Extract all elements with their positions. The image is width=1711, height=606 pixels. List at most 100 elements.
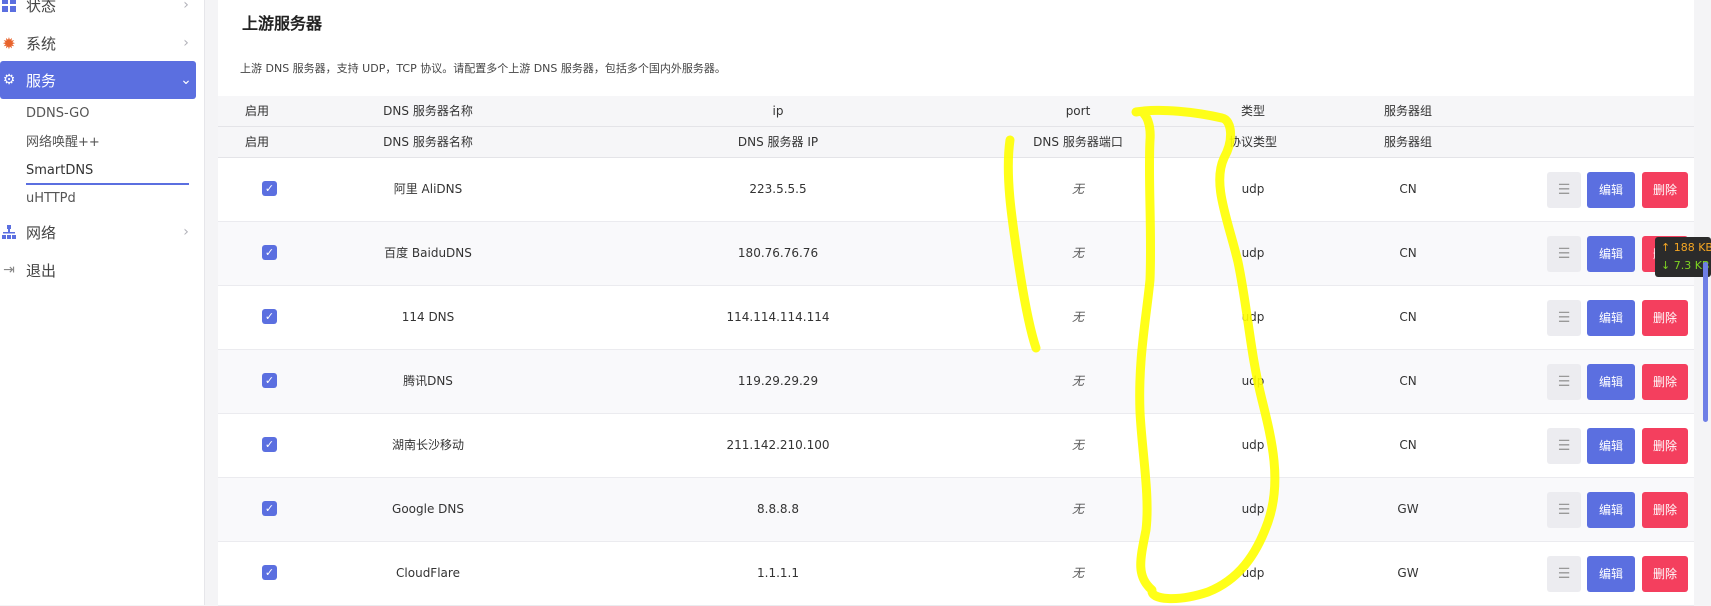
- enabled-checkbox[interactable]: ✓: [262, 565, 277, 580]
- delete-button[interactable]: 删除: [1642, 172, 1688, 208]
- server-type: udp: [1241, 182, 1265, 196]
- sidebar-item-label: 网络: [26, 223, 57, 242]
- sidebar-item-status[interactable]: 状态 ›: [0, 0, 196, 24]
- section-description: 上游 DNS 服务器，支持 UDP，TCP 协议。请配置多个上游 DNS 服务器…: [240, 62, 726, 75]
- server-port: 无: [1071, 374, 1084, 388]
- chevron-right-icon: ›: [183, 35, 189, 51]
- drag-handle[interactable]: ☰: [1547, 492, 1581, 528]
- enabled-checkbox[interactable]: ✓: [262, 437, 277, 452]
- sidebar-item-label: 状态: [26, 0, 57, 15]
- server-name: 114 DNS: [401, 310, 455, 324]
- dashboard-icon: [0, 0, 18, 14]
- server-type: udp: [1241, 310, 1265, 324]
- edit-button[interactable]: 编辑: [1587, 492, 1635, 528]
- scrollbar[interactable]: [1703, 262, 1708, 422]
- table-header-primary: 启用 DNS 服务器名称 ip port 类型 服务器组: [218, 96, 1694, 127]
- drag-handle[interactable]: ☰: [1547, 428, 1581, 464]
- table-row: ✓ 腾讯DNS 119.29.29.29 无 udp CN ☰ 编辑 删除: [218, 350, 1694, 414]
- drag-handle[interactable]: ☰: [1547, 364, 1581, 400]
- server-name: 腾讯DNS: [403, 374, 453, 388]
- sidebar-subitem-wol[interactable]: 网络唤醒++: [26, 130, 100, 156]
- sidebar-item-network[interactable]: 网络 ›: [0, 213, 196, 251]
- server-port: 无: [1071, 566, 1084, 580]
- column-header-ip: ip: [772, 104, 784, 118]
- delete-button[interactable]: 删除: [1642, 556, 1688, 592]
- server-port: 无: [1071, 182, 1084, 196]
- sidebar-item-logout[interactable]: ⇥ 退出: [0, 251, 196, 289]
- sidebar-subitem-uhttpd[interactable]: uHTTPd: [26, 186, 76, 212]
- delete-button[interactable]: 删除: [1642, 364, 1688, 400]
- column-header-enabled: 启用: [244, 135, 269, 149]
- server-group: CN: [1399, 374, 1417, 388]
- server-ip: 211.142.210.100: [726, 438, 830, 452]
- server-type: udp: [1241, 566, 1265, 580]
- server-type: udp: [1241, 438, 1265, 452]
- sidebar-item-label: 退出: [26, 261, 57, 280]
- delete-button[interactable]: 删除: [1642, 428, 1688, 464]
- sidebar-subitem-smartdns[interactable]: SmartDNS: [26, 158, 93, 184]
- server-port: 无: [1071, 438, 1084, 452]
- enabled-checkbox[interactable]: ✓: [262, 245, 277, 260]
- upload-rate: ↑ 188 KB: [1661, 241, 1711, 254]
- table-row: ✓ 114 DNS 114.114.114.114 无 udp CN ☰ 编辑 …: [218, 286, 1694, 350]
- table-row: ✓ CloudFlare 1.1.1.1 无 udp GW ☰ 编辑 删除: [218, 542, 1694, 606]
- chevron-right-icon: ›: [183, 224, 189, 240]
- edit-button[interactable]: 编辑: [1587, 236, 1635, 272]
- server-ip: 1.1.1.1: [757, 566, 799, 580]
- edit-button[interactable]: 编辑: [1587, 556, 1635, 592]
- column-header-type: 协议类型: [1228, 135, 1277, 149]
- drag-handle[interactable]: ☰: [1547, 556, 1581, 592]
- server-group: CN: [1399, 182, 1417, 196]
- enabled-checkbox[interactable]: ✓: [262, 309, 277, 324]
- server-group: GW: [1397, 566, 1419, 580]
- drag-handle[interactable]: ☰: [1547, 236, 1581, 272]
- sidebar-item-services[interactable]: ⚙ 服务 ⌄: [0, 61, 196, 99]
- server-port: 无: [1071, 310, 1084, 324]
- edit-button[interactable]: 编辑: [1587, 300, 1635, 336]
- network-icon: [0, 223, 18, 241]
- server-port: 无: [1071, 246, 1084, 260]
- section-title: 上游服务器: [242, 14, 323, 33]
- server-ip: 223.5.5.5: [749, 182, 807, 196]
- upstream-servers-card: 上游服务器 上游 DNS 服务器，支持 UDP，TCP 协议。请配置多个上游 D…: [218, 0, 1694, 606]
- sidebar-item-system[interactable]: ✹ 系统 ›: [0, 24, 196, 62]
- drag-handle[interactable]: ☰: [1547, 172, 1581, 208]
- column-header-enabled: 启用: [244, 104, 269, 118]
- column-header-name: DNS 服务器名称: [383, 104, 473, 118]
- column-header-group: 服务器组: [1383, 135, 1432, 149]
- server-ip: 119.29.29.29: [737, 374, 819, 388]
- server-group: CN: [1399, 310, 1417, 324]
- logout-icon: ⇥: [3, 262, 15, 278]
- table-row: ✓ Google DNS 8.8.8.8 无 udp GW ☰ 编辑 删除: [218, 478, 1694, 542]
- server-name: 百度 BaiduDNS: [384, 246, 472, 260]
- table-header-secondary: 启用 DNS 服务器名称 DNS 服务器 IP DNS 服务器端口 协议类型 服…: [218, 127, 1694, 158]
- sidebar: 状态 › ✹ 系统 › ⚙ 服务 ⌄ DDNS-GO 网络唤醒++ SmartD…: [0, 0, 205, 605]
- chevron-down-icon: ⌄: [180, 72, 192, 88]
- server-ip: 180.76.76.76: [737, 246, 819, 260]
- edit-button[interactable]: 编辑: [1587, 364, 1635, 400]
- enabled-checkbox[interactable]: ✓: [262, 501, 277, 516]
- server-group: CN: [1399, 246, 1417, 260]
- enabled-checkbox[interactable]: ✓: [262, 181, 277, 196]
- server-group: CN: [1399, 438, 1417, 452]
- edit-button[interactable]: 编辑: [1587, 172, 1635, 208]
- column-header-port: port: [1065, 104, 1091, 118]
- table-row: ✓ 阿里 AliDNS 223.5.5.5 无 udp CN ☰ 编辑 删除: [218, 158, 1694, 222]
- drag-handle[interactable]: ☰: [1547, 300, 1581, 336]
- column-header-type: 类型: [1240, 104, 1265, 118]
- column-header-group: 服务器组: [1383, 104, 1432, 118]
- servers-table: 启用 DNS 服务器名称 ip port 类型 服务器组 启用 DNS 服务器名…: [218, 96, 1694, 606]
- delete-button[interactable]: 删除: [1642, 300, 1688, 336]
- sidebar-subitem-ddns-go[interactable]: DDNS-GO: [26, 101, 89, 127]
- enabled-checkbox[interactable]: ✓: [262, 373, 277, 388]
- column-header-name: DNS 服务器名称: [383, 135, 473, 149]
- delete-button[interactable]: 删除: [1642, 492, 1688, 528]
- server-type: udp: [1241, 246, 1265, 260]
- server-ip: 8.8.8.8: [757, 502, 799, 516]
- server-type: udp: [1241, 374, 1265, 388]
- server-type: udp: [1241, 502, 1265, 516]
- active-subitem-indicator: [26, 183, 189, 185]
- table-row: ✓ 百度 BaiduDNS 180.76.76.76 无 udp CN ☰ 编辑…: [218, 222, 1694, 286]
- server-group: GW: [1397, 502, 1419, 516]
- edit-button[interactable]: 编辑: [1587, 428, 1635, 464]
